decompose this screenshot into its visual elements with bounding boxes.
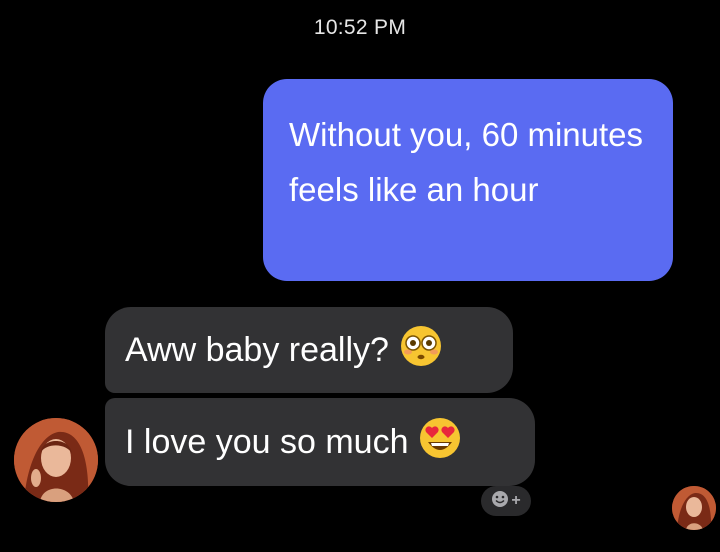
incoming-message-bubble[interactable]: I love you so much <box>105 398 535 486</box>
flushed-face-icon <box>399 324 443 377</box>
outgoing-message-text: Without you, 60 minutes feels like an ho… <box>289 116 644 208</box>
message-timestamp: 10:52 PM <box>313 16 407 39</box>
incoming-message-bubble[interactable]: Aww baby really? <box>105 307 513 393</box>
outgoing-message-bubble[interactable]: Without you, 60 minutes feels like an ho… <box>263 79 673 281</box>
add-reaction-plus: + <box>511 492 521 509</box>
incoming-message-text: Aww baby really? <box>125 330 389 369</box>
heart-eyes-face-icon <box>418 416 462 469</box>
read-receipt-avatar <box>672 486 716 530</box>
sender-avatar[interactable] <box>14 418 98 502</box>
smiley-icon <box>491 490 509 513</box>
add-reaction-button[interactable]: + <box>481 486 531 516</box>
incoming-message-text: I love you so much <box>125 422 409 461</box>
